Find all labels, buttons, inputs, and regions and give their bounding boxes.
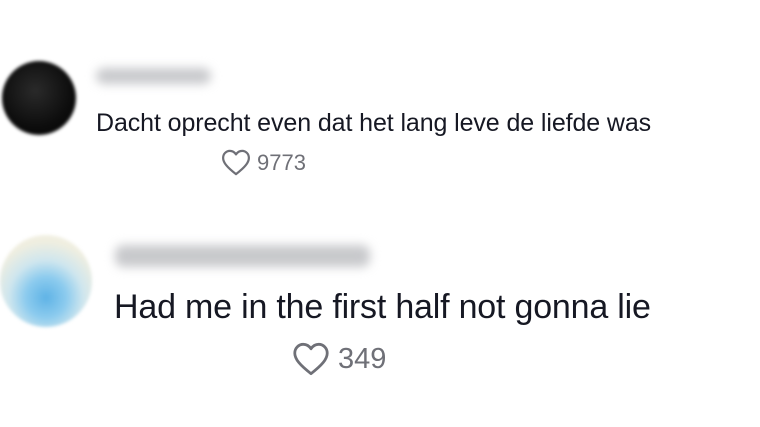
heart-outline-icon	[293, 342, 329, 376]
username-blurred[interactable]	[115, 245, 370, 267]
like-count: 349	[338, 342, 387, 375]
like-button[interactable]: 349	[292, 342, 386, 376]
comment-text: Had me in the first half not gonna lie	[114, 288, 651, 326]
avatar[interactable]	[0, 235, 92, 327]
comment-item: Had me in the first half not gonna lie 3…	[0, 0, 760, 427]
